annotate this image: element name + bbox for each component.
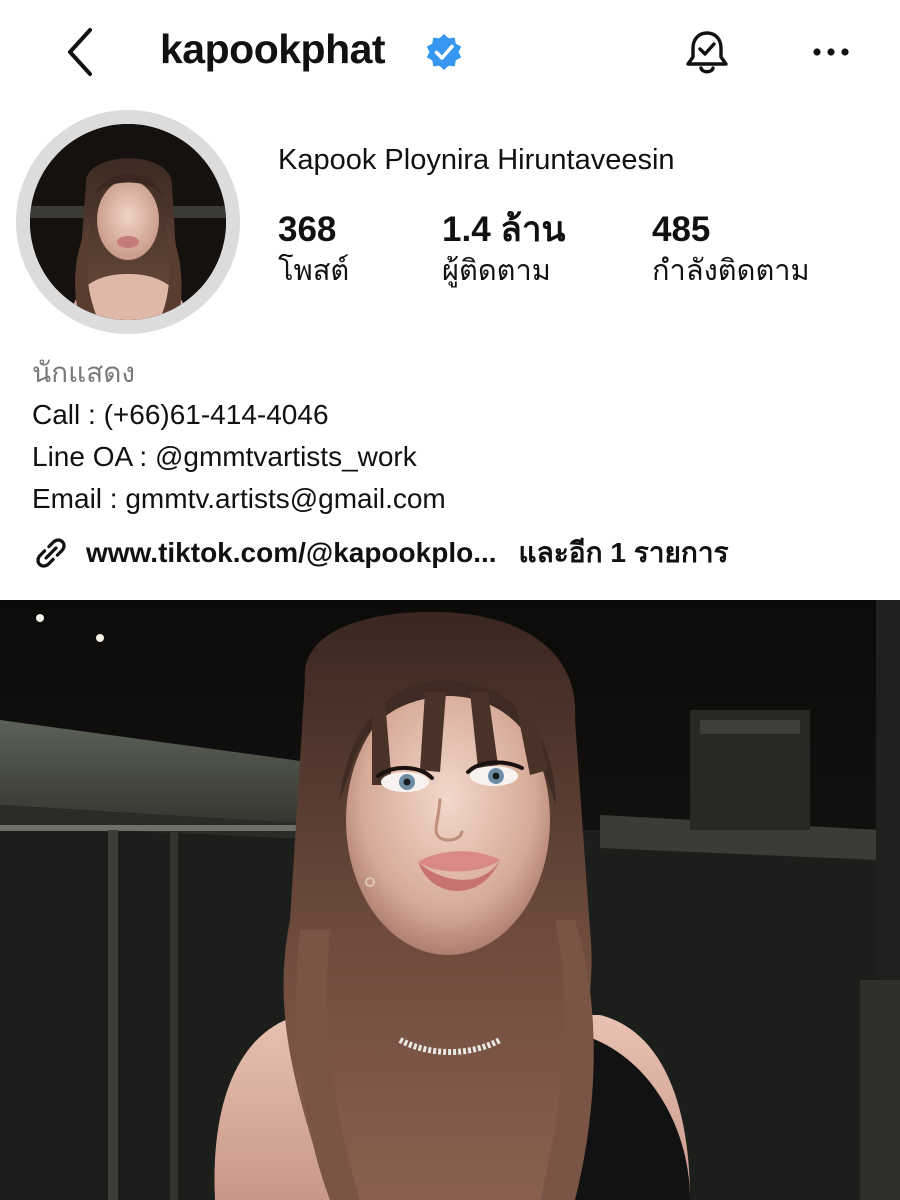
top-navigation-bar: kapookphat	[0, 0, 900, 100]
profile-links[interactable]: www.tiktok.com/@kapookplo... และอีก 1 รา…	[32, 530, 729, 576]
bio-phone: Call : (+66)61-414-4046	[32, 399, 329, 430]
avatar-photo	[30, 124, 226, 320]
stat-followers-label: ผู้ติดตาม	[442, 255, 551, 287]
chevron-left-icon	[68, 28, 92, 76]
stat-posts[interactable]: 368 โพสต์	[278, 208, 349, 290]
stat-followers-count: 1.4 ล้าน	[442, 210, 566, 249]
stat-followers[interactable]: 1.4 ล้าน ผู้ติดตาม	[442, 208, 565, 290]
verified-badge-icon	[426, 34, 462, 70]
link-more[interactable]: และอีก 1 รายการ	[519, 531, 729, 575]
link-primary[interactable]: www.tiktok.com/@kapookplo...	[86, 537, 497, 569]
profile-avatar[interactable]	[30, 124, 226, 320]
stat-posts-count: 368	[278, 210, 337, 249]
stat-following[interactable]: 485 กำลังติดตาม	[652, 208, 810, 290]
bio-email: Email : gmmtv.artists@gmail.com	[32, 483, 446, 514]
bio-line-oa: Line OA : @gmmtvartists_work	[32, 441, 417, 472]
back-button[interactable]	[62, 24, 102, 80]
link-icon	[36, 538, 66, 568]
profile-full-name: Kapook Ploynira Hiruntaveesin	[278, 144, 675, 176]
profile-username: kapookphat	[160, 26, 386, 72]
bio-category: นักแสดง	[32, 357, 136, 388]
portrait-photo	[0, 600, 900, 1200]
stat-posts-label: โพสต์	[278, 255, 350, 287]
more-horizontal-icon	[813, 48, 849, 56]
bell-check-icon	[686, 31, 728, 74]
stat-following-label: กำลังติดตาม	[652, 255, 810, 287]
more-options-button[interactable]	[806, 32, 856, 72]
profile-photo	[0, 600, 900, 1200]
profile-bio: นักแสดง Call : (+66)61-414-4046 Line OA …	[32, 352, 446, 520]
stat-following-count: 485	[652, 210, 711, 249]
notifications-button[interactable]	[680, 26, 734, 80]
